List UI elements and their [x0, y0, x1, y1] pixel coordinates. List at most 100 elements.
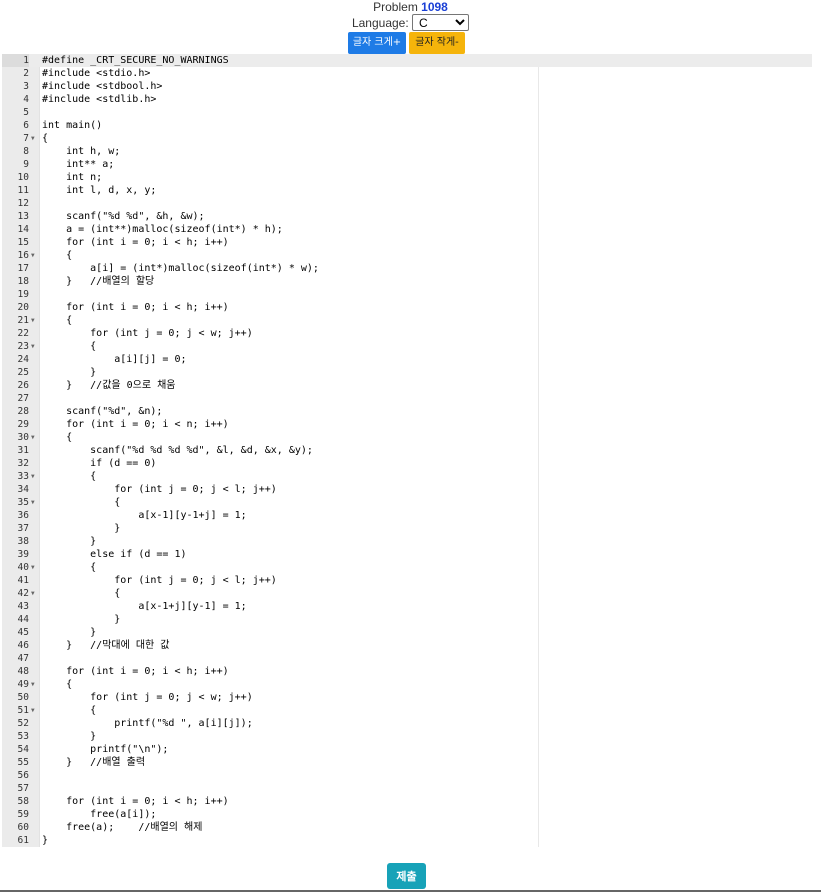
- code-line[interactable]: 51 ▼ {: [2, 704, 812, 717]
- fold-arrow-icon[interactable]: ▼: [31, 340, 39, 353]
- code-text: #include <stdlib.h>: [42, 94, 157, 105]
- fold-arrow-icon[interactable]: ▼: [31, 587, 39, 600]
- code-line[interactable]: 14 a = (int**)malloc(sizeof(int*) * h);: [2, 223, 812, 236]
- code-line[interactable]: 12: [2, 197, 812, 210]
- code-line[interactable]: 1 #define _CRT_SECURE_NO_WARNINGS: [2, 54, 812, 67]
- code-line[interactable]: 57: [2, 782, 812, 795]
- code-line[interactable]: 34 for (int j = 0; j < l; j++): [2, 483, 812, 496]
- line-number: 30: [17, 432, 29, 443]
- code-line[interactable]: 20 for (int i = 0; i < h; i++): [2, 301, 812, 314]
- submit-button[interactable]: 제출: [387, 863, 426, 889]
- code-line[interactable]: 59 free(a[i]);: [2, 808, 812, 821]
- code-line[interactable]: 53 }: [2, 730, 812, 743]
- font-decrease-button[interactable]: 글자 작게-: [409, 32, 465, 54]
- line-number: 32: [17, 458, 29, 469]
- code-line[interactable]: 48 for (int i = 0; i < h; i++): [2, 665, 812, 678]
- code-line[interactable]: 4 #include <stdlib.h>: [2, 93, 812, 106]
- code-line[interactable]: 60 free(a); //배열의 해제: [2, 821, 812, 834]
- code-line[interactable]: 6 int main(): [2, 119, 812, 132]
- code-line[interactable]: 27: [2, 392, 812, 405]
- font-increase-button[interactable]: 글자 크게+: [348, 32, 406, 54]
- code-line[interactable]: 58 for (int i = 0; i < h; i++): [2, 795, 812, 808]
- code-line[interactable]: 2 #include <stdio.h>: [2, 67, 812, 80]
- code-line[interactable]: 16 ▼ {: [2, 249, 812, 262]
- code-line[interactable]: 50 for (int j = 0; j < w; j++): [2, 691, 812, 704]
- code-line[interactable]: 32 if (d == 0): [2, 457, 812, 470]
- code-line[interactable]: 17 a[i] = (int*)malloc(sizeof(int*) * w)…: [2, 262, 812, 275]
- code-line[interactable]: 37 }: [2, 522, 812, 535]
- code-line[interactable]: 11 int l, d, x, y;: [2, 184, 812, 197]
- fold-arrow-icon[interactable]: ▼: [31, 470, 39, 483]
- code-line[interactable]: 31 scanf("%d %d %d %d", &l, &d, &x, &y);: [2, 444, 812, 457]
- code-line[interactable]: 36 a[x-1][y-1+j] = 1;: [2, 509, 812, 522]
- code-text: if (d == 0): [42, 458, 157, 469]
- font-size-controls: 글자 크게+ 글자 작게-: [0, 32, 821, 54]
- code-line[interactable]: 38 }: [2, 535, 812, 548]
- code-line[interactable]: 3 #include <stdbool.h>: [2, 80, 812, 93]
- fold-arrow-icon[interactable]: ▼: [31, 678, 39, 691]
- code-text: {: [42, 497, 121, 508]
- code-line[interactable]: 52 printf("%d ", a[i][j]);: [2, 717, 812, 730]
- code-line[interactable]: 19: [2, 288, 812, 301]
- line-number: 5: [23, 107, 29, 118]
- code-text: }: [42, 614, 121, 625]
- code-text: scanf("%d %d", &h, &w);: [42, 211, 205, 222]
- fold-arrow-icon[interactable]: ▼: [31, 561, 39, 574]
- code-line[interactable]: 25 }: [2, 366, 812, 379]
- code-text: {: [42, 133, 49, 144]
- code-line[interactable]: 9 int** a;: [2, 158, 812, 171]
- code-line[interactable]: 28 scanf("%d", &n);: [2, 405, 812, 418]
- code-line[interactable]: 22 for (int j = 0; j < w; j++): [2, 327, 812, 340]
- code-line[interactable]: 35 ▼ {: [2, 496, 812, 509]
- fold-arrow-icon[interactable]: ▼: [31, 704, 39, 717]
- code-line[interactable]: 41 for (int j = 0; j < l; j++): [2, 574, 812, 587]
- code-line[interactable]: 56: [2, 769, 812, 782]
- code-line[interactable]: 26 } //값을 0으로 채움: [2, 379, 812, 392]
- line-number: 44: [17, 614, 29, 625]
- code-line[interactable]: 54 printf("\n");: [2, 743, 812, 756]
- code-line[interactable]: 46 } //막대에 대한 값: [2, 639, 812, 652]
- code-line[interactable]: 33 ▼ {: [2, 470, 812, 483]
- code-area[interactable]: 1 #define _CRT_SECURE_NO_WARNINGS 2 #includ…: [2, 54, 812, 847]
- fold-arrow-icon[interactable]: ▼: [31, 249, 39, 262]
- code-line[interactable]: 30 ▼ {: [2, 431, 812, 444]
- line-number: 20: [17, 302, 29, 313]
- code-line[interactable]: 29 for (int i = 0; i < n; i++): [2, 418, 812, 431]
- code-line[interactable]: 15 for (int i = 0; i < h; i++): [2, 236, 812, 249]
- code-line[interactable]: 49 ▼ {: [2, 678, 812, 691]
- line-number: 8: [23, 146, 29, 157]
- code-line[interactable]: 47: [2, 652, 812, 665]
- language-label: Language:: [351, 16, 409, 30]
- fold-arrow-icon[interactable]: ▼: [31, 314, 39, 327]
- fold-arrow-icon[interactable]: ▼: [31, 496, 39, 509]
- code-line[interactable]: 44 }: [2, 613, 812, 626]
- code-line[interactable]: 5: [2, 106, 812, 119]
- code-line[interactable]: 18 } //배열의 할당: [2, 275, 812, 288]
- code-line[interactable]: 40 ▼ {: [2, 561, 812, 574]
- fold-arrow-icon[interactable]: ▼: [31, 132, 39, 145]
- code-line[interactable]: 24 a[i][j] = 0;: [2, 353, 812, 366]
- line-number: 13: [17, 211, 29, 222]
- line-number: 45: [17, 627, 29, 638]
- code-line[interactable]: 7 ▼{: [2, 132, 812, 145]
- code-line[interactable]: 21 ▼ {: [2, 314, 812, 327]
- fold-arrow-icon[interactable]: ▼: [31, 431, 39, 444]
- code-line[interactable]: 45 }: [2, 626, 812, 639]
- code-line[interactable]: 8 int h, w;: [2, 145, 812, 158]
- code-text: int** a;: [42, 159, 115, 170]
- code-text: for (int i = 0; i < h; i++): [42, 237, 229, 248]
- code-line[interactable]: 43 a[x-1+j][y-1] = 1;: [2, 600, 812, 613]
- code-line[interactable]: 10 int n;: [2, 171, 812, 184]
- language-select[interactable]: C: [412, 14, 470, 31]
- code-line[interactable]: 55 } //배열 출력: [2, 756, 812, 769]
- line-number: 56: [17, 770, 29, 781]
- line-number: 10: [17, 172, 29, 183]
- code-line[interactable]: 13 scanf("%d %d", &h, &w);: [2, 210, 812, 223]
- code-editor[interactable]: 1 #define _CRT_SECURE_NO_WARNINGS 2 #includ…: [2, 54, 812, 847]
- line-number: 1: [2, 54, 29, 67]
- code-line[interactable]: 61}: [2, 834, 812, 847]
- code-line[interactable]: 23 ▼ {: [2, 340, 812, 353]
- code-line[interactable]: 39 else if (d == 1): [2, 548, 812, 561]
- code-line[interactable]: 42 ▼ {: [2, 587, 812, 600]
- line-number: 26: [17, 380, 29, 391]
